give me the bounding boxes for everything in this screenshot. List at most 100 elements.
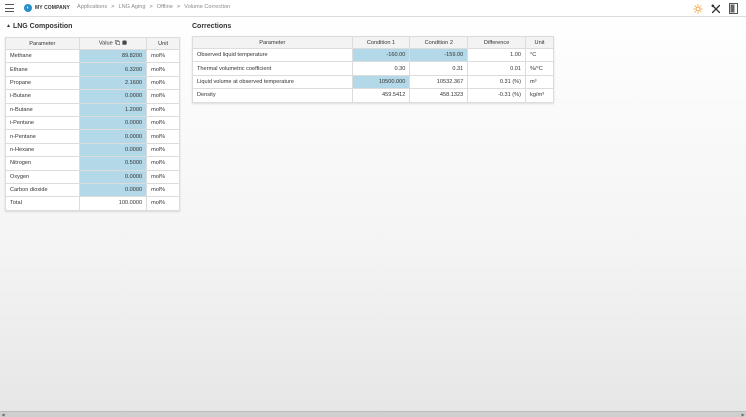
table-row: Thermal volumetric coefficient 0.30 0.31 0.… (192, 61, 554, 76)
value-input[interactable]: 6.3200 (78, 62, 148, 77)
value-input[interactable]: 0.5000 (78, 156, 148, 171)
menu-icon[interactable] (5, 4, 14, 12)
parameter-cell: Methane (5, 48, 80, 64)
caret-up-icon[interactable]: ▲ (6, 23, 11, 29)
sun-icon[interactable] (693, 3, 703, 14)
unit-cell: %/°C (525, 61, 554, 76)
table-row: n-Pentane 0.0000 mol% (5, 129, 180, 144)
table-row: Ethane 6.3200 mol% (5, 62, 180, 77)
difference-cell: 0.31 (%) (467, 74, 527, 90)
parameter-cell: Propane (5, 75, 80, 91)
column-header-condition-1: Condition 1 (351, 36, 411, 49)
parameter-cell: Oxygen (5, 169, 80, 184)
table-row: Nitrogen 0.5000 mol% (5, 156, 180, 171)
unit-cell: mol% (146, 142, 180, 158)
table-row: n-Hexane 0.0000 mol% (5, 142, 180, 158)
parameter-cell: Carbon dioxide (5, 182, 80, 198)
unit-cell: mol% (146, 182, 180, 198)
unit-cell: mol% (146, 196, 180, 211)
company-name: MY COMPANY (35, 5, 70, 11)
table-row: Observed liquid temperature -160.00 -159.0… (192, 47, 554, 63)
composition-table: Parameter Value Unit Methane 89.8200 mol% E… (5, 37, 180, 211)
difference-cell: 0.01 (467, 61, 527, 76)
condition-2-cell: 10532.367 (409, 74, 469, 90)
breadcrumb-applications[interactable]: Applications (77, 4, 107, 10)
column-header-condition-2: Condition 2 (409, 36, 469, 49)
condition-1-input[interactable]: 10500.000 (351, 74, 411, 90)
table-row: n-Butane 1.2000 mol% (5, 102, 180, 117)
parameter-cell: i-Pentane (5, 115, 80, 131)
paste-icon[interactable] (122, 40, 127, 45)
parameter-cell: n-Pentane (5, 129, 80, 144)
parameter-cell: Liquid volume at observed temperature (192, 74, 353, 90)
breadcrumb-volume-correction: Volume Correction (184, 4, 231, 10)
value-input[interactable]: 0.0000 (78, 169, 148, 184)
tools-icon[interactable] (711, 4, 721, 14)
parameter-cell: Total (5, 196, 80, 211)
unit-cell: m³ (525, 74, 554, 90)
column-header-value: Value (78, 37, 148, 50)
condition-2-input[interactable]: -159.00 (409, 47, 469, 63)
composition-title: ▲ LNG Composition (6, 23, 72, 30)
value-input[interactable]: 0.0000 (78, 129, 148, 144)
condition-1-cell: 0.30 (351, 61, 411, 76)
horizontal-scrollbar[interactable]: ◀ ▶ (0, 411, 746, 417)
parameter-cell: Thermal volumetric coefficient (192, 61, 353, 76)
parameter-cell: n-Butane (5, 102, 80, 117)
breadcrumb-separator-icon: > (149, 4, 153, 10)
value-input[interactable]: 0.0000 (78, 89, 148, 104)
corrections-table: Parameter Condition 1 Condition 2 Differ… (192, 36, 554, 103)
unit-cell: mol% (146, 62, 180, 77)
value-input[interactable]: 2.1600 (78, 75, 148, 91)
table-row: Propane 2.1600 mol% (5, 75, 180, 91)
breadcrumb-separator-icon: > (111, 4, 115, 10)
unit-cell: mol% (146, 89, 180, 104)
table-row: Oxygen 0.0000 mol% (5, 169, 180, 184)
value-input[interactable]: 1.2000 (78, 102, 148, 117)
table-row: i-Pentane 0.0000 mol% (5, 115, 180, 131)
breadcrumb-offline[interactable]: Offline (157, 4, 173, 10)
table-row: i-Butane 0.0000 mol% (5, 89, 180, 104)
unit-cell: kg/m³ (525, 88, 554, 103)
scroll-right-icon[interactable]: ▶ (740, 412, 746, 417)
breadcrumb-lng-aging[interactable]: LNG Aging (118, 4, 145, 10)
table-row: Liquid volume at observed temperature 105… (192, 74, 554, 90)
company-logo-icon: ◐ (24, 4, 32, 12)
copy-icon[interactable] (115, 40, 121, 46)
total-value: 100.0000 (78, 196, 148, 211)
unit-cell: mol% (146, 48, 180, 64)
unit-cell: mol% (146, 115, 180, 131)
condition-1-input[interactable]: -160.00 (351, 47, 411, 63)
value-input[interactable]: 89.8200 (78, 48, 148, 64)
scroll-left-icon[interactable]: ◀ (0, 412, 6, 417)
table-row: Density 459.5412 458.1323 -0.31 (%) kg/m³ (192, 88, 554, 103)
unit-cell: mol% (146, 156, 180, 171)
value-input[interactable]: 0.0000 (78, 182, 148, 198)
breadcrumb-separator-icon: > (176, 4, 181, 10)
total-row: Total 100.0000 mol% (5, 196, 180, 211)
parameter-cell: i-Butane (5, 89, 80, 104)
column-header-difference: Difference (467, 36, 527, 49)
parameter-cell: Density (192, 88, 353, 103)
value-input[interactable]: 0.0000 (78, 142, 148, 158)
parameter-cell: Ethane (5, 62, 80, 77)
unit-cell: mol% (146, 169, 180, 184)
value-header-label: Value (98, 40, 113, 47)
top-bar: ◐ MY COMPANY Applications > LNG Aging > Offl… (0, 0, 746, 17)
unit-cell: mol% (146, 102, 180, 117)
column-header-unit: Unit (525, 36, 554, 49)
parameter-cell: Observed liquid temperature (192, 47, 353, 63)
condition-2-cell: 0.31 (409, 61, 469, 76)
unit-cell: °C (525, 47, 554, 63)
condition-1-cell: 459.5412 (351, 88, 411, 103)
composition-title-text: LNG Composition (12, 23, 73, 30)
table-row: Carbon dioxide 0.0000 mol% (5, 182, 180, 198)
difference-cell: 1.00 (467, 47, 527, 63)
value-input[interactable]: 0.0000 (78, 115, 148, 131)
exit-icon[interactable] (729, 3, 738, 14)
condition-2-cell: 458.1323 (409, 88, 469, 103)
breadcrumb: Applications > LNG Aging > Offline > Volume Co… (77, 4, 230, 10)
column-header-parameter: Parameter (192, 36, 353, 49)
unit-cell: mol% (146, 129, 180, 144)
table-row: Methane 89.8200 mol% (5, 48, 180, 64)
